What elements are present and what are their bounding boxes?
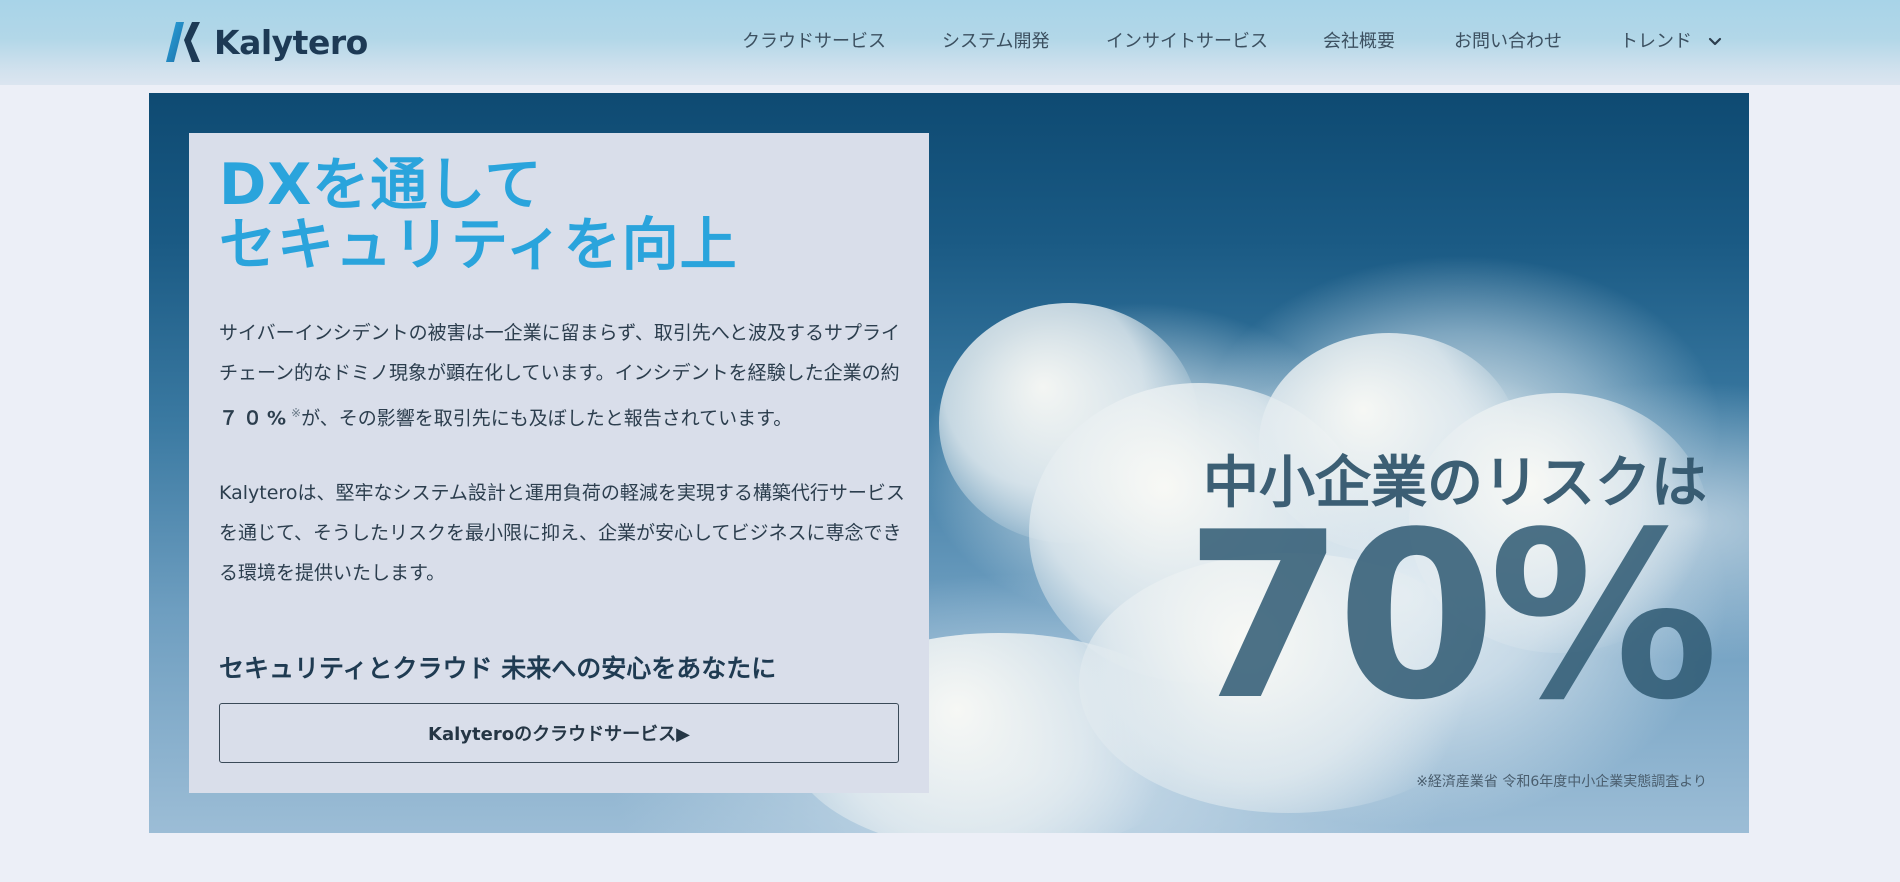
- highlight-percentage: ７０%: [219, 407, 292, 430]
- hero-paragraph-incidents: サイバーインシデントの被害は一企業に留まらず、取引先へと波及するサプライチェーン…: [219, 313, 909, 438]
- nav-item-cloud-services[interactable]: クラウドサービス: [742, 28, 886, 56]
- hero-paragraph-service: Kalyteroは、堅牢なシステム設計と運用負荷の軽減を実現する構築代行サービス…: [219, 482, 905, 584]
- hero-text-card: DXを通して セキュリティを向上 サイバーインシデントの被害は一企業に留まらず、…: [189, 133, 929, 793]
- hero-title: DXを通して セキュリティを向上: [219, 155, 738, 275]
- hero-title-line2: セキュリティを向上: [219, 212, 738, 278]
- risk-stat-value: 70%: [1184, 484, 1719, 751]
- main-nav: クラウドサービス システム開発 インサイトサービス 会社概要 お問い合わせ トレ…: [0, 28, 1900, 58]
- hero-paragraph-incidents-text: サイバーインシデントの被害は一企業に留まらず、取引先へと波及するサプライチェーン…: [219, 322, 900, 384]
- hero-paragraph-incidents-rest: が、その影響を取引先にも及ぼしたと報告されています。: [301, 407, 793, 430]
- hero-tagline: セキュリティとクラウド 未来への安心をあなたに: [219, 654, 777, 683]
- site-header: Kalytero クラウドサービス システム開発 インサイトサービス 会社概要 …: [0, 0, 1900, 85]
- cloud-service-button[interactable]: Kalyteroのクラウドサービス▶: [219, 703, 899, 763]
- chevron-down-icon: [1708, 37, 1721, 46]
- nav-item-company-profile[interactable]: 会社概要: [1323, 28, 1395, 56]
- risk-stat-source-note: ※経済産業省 令和6年度中小企業実態調査より: [1416, 774, 1707, 790]
- footnote-mark: ※: [291, 406, 302, 420]
- nav-item-contact[interactable]: お問い合わせ: [1454, 28, 1562, 56]
- hero-section: DXを通して セキュリティを向上 サイバーインシデントの被害は一企業に留まらず、…: [149, 93, 1749, 833]
- nav-item-system-development[interactable]: システム開発: [942, 28, 1049, 56]
- hero-title-line1: DXを通して: [219, 152, 543, 218]
- nav-item-trend[interactable]: トレンド: [1620, 28, 1722, 56]
- nav-item-trend-label: トレンド: [1620, 31, 1692, 52]
- nav-item-insight-services[interactable]: インサイトサービス: [1106, 28, 1268, 56]
